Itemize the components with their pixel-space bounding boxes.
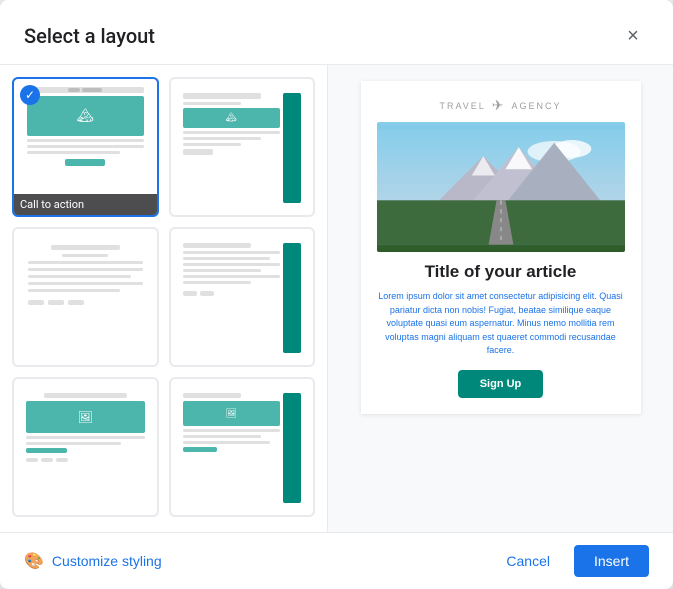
cancel-button[interactable]: Cancel [490, 545, 566, 577]
layout-panel: ✓ 🏔 [0, 65, 328, 532]
thumb-cta-btn [65, 159, 105, 166]
layout-thumb-2: 🏔 [177, 87, 308, 209]
close-icon: × [627, 25, 639, 48]
dialog-footer: 🎨 Customize styling Cancel Insert [0, 532, 673, 589]
layout-card-sidebar-right[interactable]: 🏔 [169, 77, 316, 217]
layout-thumb-4 [177, 237, 308, 359]
thumb-left-col: 🏔 [183, 93, 281, 203]
thumb-main-col [183, 243, 281, 353]
footer-actions: Cancel Insert [490, 545, 649, 577]
thumb-header-bar [27, 87, 144, 93]
preview-panel: TRAVEL ✈ AGENCY [328, 65, 673, 532]
image-icon: 🏔 [76, 108, 94, 124]
close-button[interactable]: × [617, 20, 649, 52]
layout-thumb-1: 🏔 [20, 87, 151, 209]
palette-icon: 🎨 [24, 551, 44, 571]
customize-label: Customize styling [52, 553, 162, 569]
logo-text: TRAVEL [439, 101, 485, 111]
thumb-content-col: 🖼 [183, 393, 281, 503]
layout-card-label: Call to action [14, 194, 157, 215]
layout-thumb-5: 🖼 [20, 387, 151, 509]
layout-thumb-3 [20, 237, 151, 359]
layout-card-call-to-action[interactable]: ✓ 🏔 [12, 77, 159, 217]
preview-article-title: Title of your article [377, 262, 625, 282]
dialog-body: ✓ 🏔 [0, 64, 673, 532]
thumb-image-block: 🏔 [27, 96, 144, 136]
logo-suffix: AGENCY [512, 101, 562, 111]
plane-icon: ✈ [492, 97, 506, 114]
layout-card-two-column[interactable] [169, 227, 316, 367]
preview-logo: TRAVEL ✈ AGENCY [377, 97, 625, 114]
dialog-title: Select a layout [24, 24, 155, 48]
selected-check-icon: ✓ [20, 85, 40, 105]
preview-hero-image [377, 122, 625, 252]
dialog-header: Select a layout × [0, 0, 673, 64]
layout-card-wide-image[interactable]: 🖼 [12, 377, 159, 517]
layout-thumb-6: 🖼 [177, 387, 308, 509]
preview-cta-container: Sign Up [377, 370, 625, 398]
thumb-wide-img: 🖼 [26, 401, 145, 433]
email-preview: TRAVEL ✈ AGENCY [361, 81, 641, 414]
customize-styling-button[interactable]: 🎨 Customize styling [24, 551, 162, 571]
thumb-text-lines [27, 139, 144, 154]
image-icon: 🖼 [78, 410, 93, 424]
preview-body-text: Lorem ipsum dolor sit amet consectetur a… [377, 290, 625, 358]
thumb-right-sidebar [283, 93, 301, 203]
layout-grid: ✓ 🏔 [12, 77, 315, 517]
thumb-right-col [283, 243, 301, 353]
layout-card-text-only[interactable] [12, 227, 159, 367]
select-layout-dialog: Select a layout × ✓ 🏔 [0, 0, 673, 589]
preview-cta-button[interactable]: Sign Up [458, 370, 544, 398]
insert-button[interactable]: Insert [574, 545, 649, 577]
layout-card-image-left[interactable]: 🖼 [169, 377, 316, 517]
thumb-right-sidebar-2 [283, 393, 301, 503]
